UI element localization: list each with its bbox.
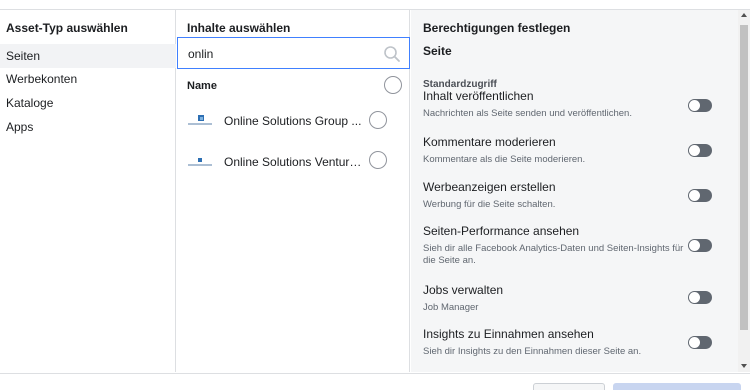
permission-toggle[interactable] bbox=[688, 239, 712, 252]
permission-name: Insights zu Einnahmen ansehen bbox=[423, 327, 594, 341]
asset-type-column: Asset-Typ auswählen Seiten Werbekonten K… bbox=[0, 10, 176, 372]
scrollbar-thumb[interactable] bbox=[740, 25, 748, 330]
permission-name: Werbeanzeigen erstellen bbox=[423, 180, 556, 194]
page-row[interactable]: Online Solutions Venture... bbox=[177, 144, 410, 180]
permission-item: Werbeanzeigen erstellen Werbung für die … bbox=[423, 180, 733, 211]
toggle-knob bbox=[689, 190, 700, 201]
permission-toggle[interactable] bbox=[688, 336, 712, 349]
search-box[interactable] bbox=[177, 37, 410, 69]
permission-item: Inhalt veröffentlichen Nachrichten als S… bbox=[423, 89, 733, 120]
page-select-radio[interactable] bbox=[369, 111, 387, 129]
page-thumbnail-icon bbox=[188, 115, 212, 125]
page-name: Online Solutions Venture... bbox=[224, 155, 362, 169]
permission-toggle[interactable] bbox=[688, 189, 712, 202]
toggle-knob bbox=[689, 292, 700, 303]
permission-name: Jobs verwalten bbox=[423, 283, 504, 297]
asset-type-header: Asset-Typ auswählen bbox=[6, 21, 128, 35]
permission-description: Sieh dir alle Facebook Analytics-Daten u… bbox=[423, 243, 684, 266]
search-input[interactable] bbox=[188, 46, 378, 62]
permission-toggle[interactable] bbox=[688, 144, 712, 157]
vertical-scrollbar[interactable] bbox=[738, 10, 750, 372]
toggle-knob bbox=[689, 145, 700, 156]
cancel-button[interactable] bbox=[533, 383, 605, 390]
content-header: Inhalte auswählen bbox=[187, 21, 291, 35]
permission-toggle[interactable] bbox=[688, 99, 712, 112]
permission-description: Kommentare als die Seite moderieren. bbox=[423, 154, 586, 165]
permission-description: Nachrichten als Seite senden und veröffe… bbox=[423, 108, 632, 119]
permission-item: Jobs verwalten Job Manager bbox=[423, 283, 733, 314]
permission-name: Seiten-Performance ansehen bbox=[423, 224, 580, 238]
page-thumbnail-icon bbox=[188, 158, 212, 166]
asset-item-apps[interactable]: Apps bbox=[0, 115, 176, 139]
permission-description: Werbung für die Seite schalten. bbox=[423, 199, 556, 210]
asset-item-werbekonten[interactable]: Werbekonten bbox=[0, 67, 176, 91]
permission-name: Kommentare moderieren bbox=[423, 135, 556, 149]
scroll-down-arrow-icon[interactable] bbox=[741, 364, 747, 368]
permission-item: Insights zu Einnahmen ansehen Sieh dir I… bbox=[423, 327, 733, 358]
page-select-radio[interactable] bbox=[369, 151, 387, 169]
permission-item: Kommentare moderieren Kommentare als die… bbox=[423, 135, 733, 166]
permission-description: Job Manager bbox=[423, 302, 479, 313]
asset-item-seiten[interactable]: Seiten bbox=[0, 44, 176, 68]
select-all-radio[interactable] bbox=[384, 76, 402, 94]
asset-item-kataloge[interactable]: Kataloge bbox=[0, 91, 176, 115]
page-row[interactable]: Online Solutions Group ... bbox=[177, 103, 410, 139]
search-icon[interactable] bbox=[383, 45, 401, 63]
toggle-knob bbox=[689, 337, 700, 348]
name-column-header: Name bbox=[187, 80, 217, 92]
page-name: Online Solutions Group ... bbox=[224, 114, 362, 128]
content-column: Inhalte auswählen Name Online Solutions … bbox=[177, 10, 410, 372]
scroll-up-arrow-icon[interactable] bbox=[741, 13, 747, 17]
permissions-section-title: Seite bbox=[423, 44, 452, 58]
permission-description: Sieh dir Insights zu den Einnahmen diese… bbox=[423, 346, 642, 357]
toggle-knob bbox=[689, 240, 700, 251]
permission-item: Seiten-Performance ansehen Sieh dir alle… bbox=[423, 224, 733, 267]
permissions-column: Berechtigungen festlegen Seite Standardz… bbox=[411, 10, 738, 372]
footer-divider bbox=[0, 373, 750, 374]
permission-toggle[interactable] bbox=[688, 291, 712, 304]
permissions-header: Berechtigungen festlegen bbox=[423, 21, 571, 35]
confirm-button[interactable] bbox=[613, 383, 741, 390]
toggle-knob bbox=[689, 100, 700, 111]
permission-name: Inhalt veröffentlichen bbox=[423, 89, 534, 103]
